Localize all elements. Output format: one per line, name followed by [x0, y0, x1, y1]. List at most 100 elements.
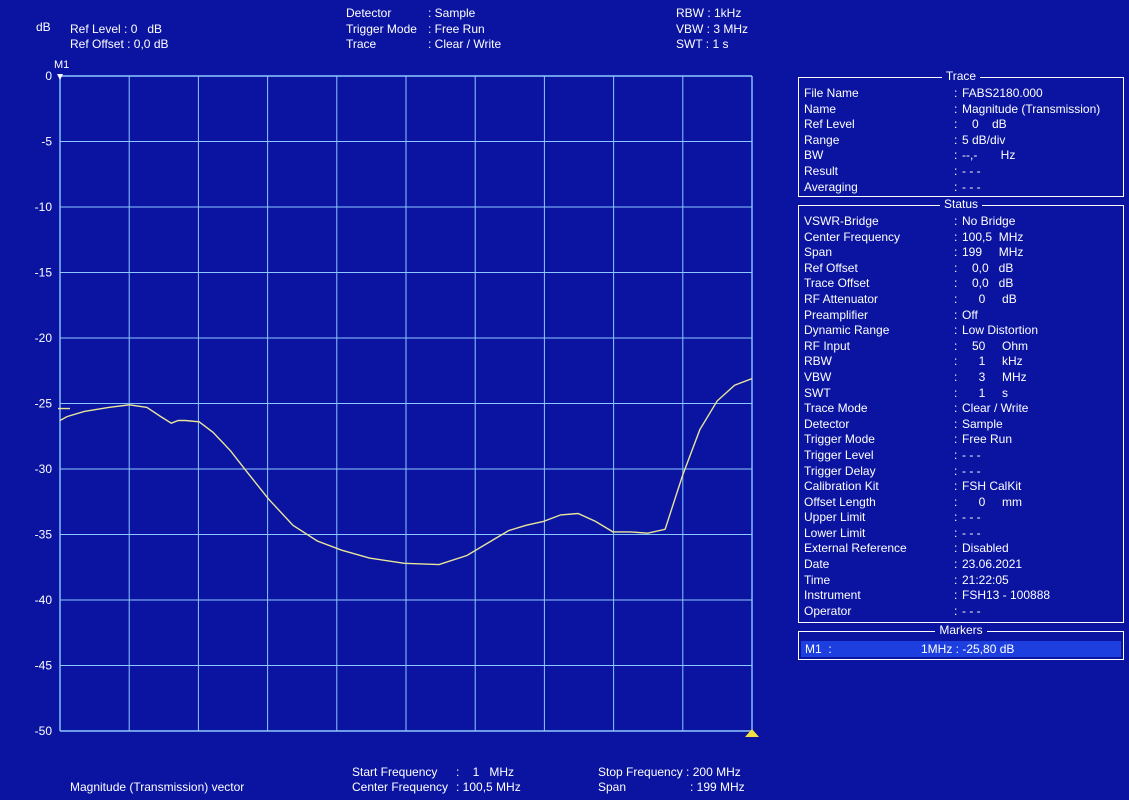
info-row-key: Range	[804, 132, 840, 147]
info-row: Trace Offset: 0,0 dB	[799, 276, 1123, 292]
info-row-separator: :	[954, 447, 958, 462]
markers-panel: Markers M1 : 1MHz : -25,80 dB	[798, 623, 1124, 660]
info-row-value: 5 dB/div	[962, 132, 1006, 147]
info-row: File Name: FABS2180.000	[799, 86, 1123, 102]
trace-markers	[57, 74, 759, 737]
y-tick-label: -20	[35, 331, 53, 345]
info-row: Date:23.06.2021	[799, 557, 1123, 573]
info-row-key: Name	[804, 101, 837, 116]
info-row-separator: :	[954, 307, 958, 322]
info-row-value: - - -	[962, 163, 981, 178]
info-row-value: 100,5 MHz	[962, 229, 1024, 244]
info-row: Trigger Mode: Free Run	[799, 432, 1123, 448]
y-tick-label: -40	[35, 593, 53, 607]
info-row-value: 21:22:05	[962, 572, 1009, 587]
y-tick-label: -30	[35, 462, 53, 476]
info-row-value: 50 Ohm	[962, 338, 1029, 353]
info-row: Result: - - -	[799, 164, 1123, 180]
marker-m1-row[interactable]: M1 : 1MHz : -25,80 dB	[801, 641, 1121, 657]
info-row: Trigger Level: - - -	[799, 448, 1123, 464]
y-tick-label: -10	[35, 200, 53, 214]
info-row-separator: :	[954, 525, 958, 540]
span-value: : 199 MHz	[690, 780, 745, 794]
status-panel-title: Status	[939, 197, 983, 211]
info-row-key: Dynamic Range	[804, 323, 890, 338]
info-row-key: Trace Offset	[804, 276, 870, 291]
info-row-separator: :	[954, 276, 958, 291]
info-row-value: 0 dB	[962, 117, 1007, 132]
info-row-value: 199 MHz	[962, 245, 1024, 260]
info-row-key: Center Frequency	[804, 229, 901, 244]
info-row-value: FSH13 - 100888	[962, 588, 1051, 603]
info-row-value: 0 dB	[962, 291, 1017, 306]
info-row-separator: :	[954, 148, 958, 163]
info-row: RBW: 1 kHz	[799, 354, 1123, 370]
start-frequency-value: : 1 MHz	[456, 765, 515, 779]
info-row-key: VSWR-Bridge	[804, 214, 879, 228]
info-row-separator: :	[954, 541, 958, 556]
info-row-key: Upper Limit	[804, 510, 866, 525]
start-frequency-label: Start Frequency	[352, 765, 438, 779]
info-row-value: 3 MHz	[962, 369, 1027, 384]
info-row-key: Operator	[804, 603, 852, 618]
info-row: SWT: 1 s	[799, 386, 1123, 402]
y-tick-label: -5	[41, 135, 52, 149]
info-row-value: Low Distortion	[962, 323, 1039, 338]
info-row-key: Instrument	[804, 588, 861, 603]
info-row-key: SWT	[804, 385, 831, 400]
spectrum-plot[interactable]: 0 -5 -10 -15 -20 -25 -30 -35 -40 -45 -50	[0, 0, 790, 780]
info-row-separator: :	[954, 163, 958, 178]
marker-m1-pointer-icon	[57, 74, 63, 80]
info-row-key: Trace Mode	[804, 401, 868, 416]
marker-m1-name: M1 :	[805, 642, 832, 656]
info-row-value: 0,0 dB	[962, 260, 1014, 275]
info-row: Instrument: FSH13 - 100888	[799, 588, 1123, 604]
y-tick-label: -45	[35, 659, 53, 673]
info-row-key: Result	[804, 163, 839, 178]
info-row-key: Detector	[804, 416, 850, 431]
info-row-key: Averaging	[804, 179, 858, 194]
info-row-key: Trigger Level	[804, 447, 874, 462]
info-row-value: FABS2180.000	[962, 86, 1043, 100]
info-row-separator: :	[954, 323, 958, 338]
info-row: Averaging: - - -	[799, 180, 1123, 196]
info-row-key: Offset Length	[804, 494, 876, 509]
info-row-key: Ref Offset	[804, 260, 858, 275]
info-row-key: RF Attenuator	[804, 291, 879, 306]
info-row-key: Calibration Kit	[804, 479, 879, 494]
info-row: Calibration Kit: FSH CalKit	[799, 479, 1123, 495]
info-row-value: - - -	[962, 447, 981, 462]
info-row-separator: :	[954, 132, 958, 147]
y-tick-label: 0	[45, 69, 52, 83]
info-row: Trace Mode: Clear / Write	[799, 401, 1123, 417]
y-tick-label: -35	[35, 528, 53, 542]
info-row-key: VBW	[804, 369, 832, 384]
info-row: Ref Offset: 0,0 dB	[799, 261, 1123, 277]
info-row-key: Span	[804, 245, 833, 260]
info-row-value: Magnitude (Transmission)	[962, 101, 1101, 116]
info-row-separator: :	[954, 101, 958, 116]
info-row-value: Disabled	[962, 541, 1009, 556]
span-label: Span	[598, 780, 627, 794]
info-row-separator: :	[954, 416, 958, 431]
info-row-separator: :	[954, 432, 958, 447]
info-row-key: RF Input	[804, 338, 851, 353]
info-row: VBW: 3 MHz	[799, 370, 1123, 386]
info-row-value: --,- Hz	[962, 148, 1016, 163]
info-row-separator: :	[954, 557, 958, 572]
info-row: RF Attenuator: 0 dB	[799, 292, 1123, 308]
info-row-separator: :	[954, 401, 958, 416]
info-row-value: - - -	[962, 510, 981, 525]
info-row-separator: :	[954, 572, 958, 587]
info-row-separator: :	[954, 338, 958, 353]
info-row-separator: :	[954, 179, 958, 194]
info-row-separator: :	[954, 479, 958, 494]
plot-grid	[59, 75, 753, 732]
info-row-value: No Bridge	[962, 214, 1016, 228]
info-row: Preamplifier: Off	[799, 308, 1123, 324]
info-row-value: 0 mm	[962, 494, 1023, 509]
info-row: Range:5 dB/div	[799, 133, 1123, 149]
info-row-value: 0,0 dB	[962, 276, 1014, 291]
y-tick-label: -15	[35, 266, 53, 280]
y-tick-label: -50	[35, 724, 53, 738]
